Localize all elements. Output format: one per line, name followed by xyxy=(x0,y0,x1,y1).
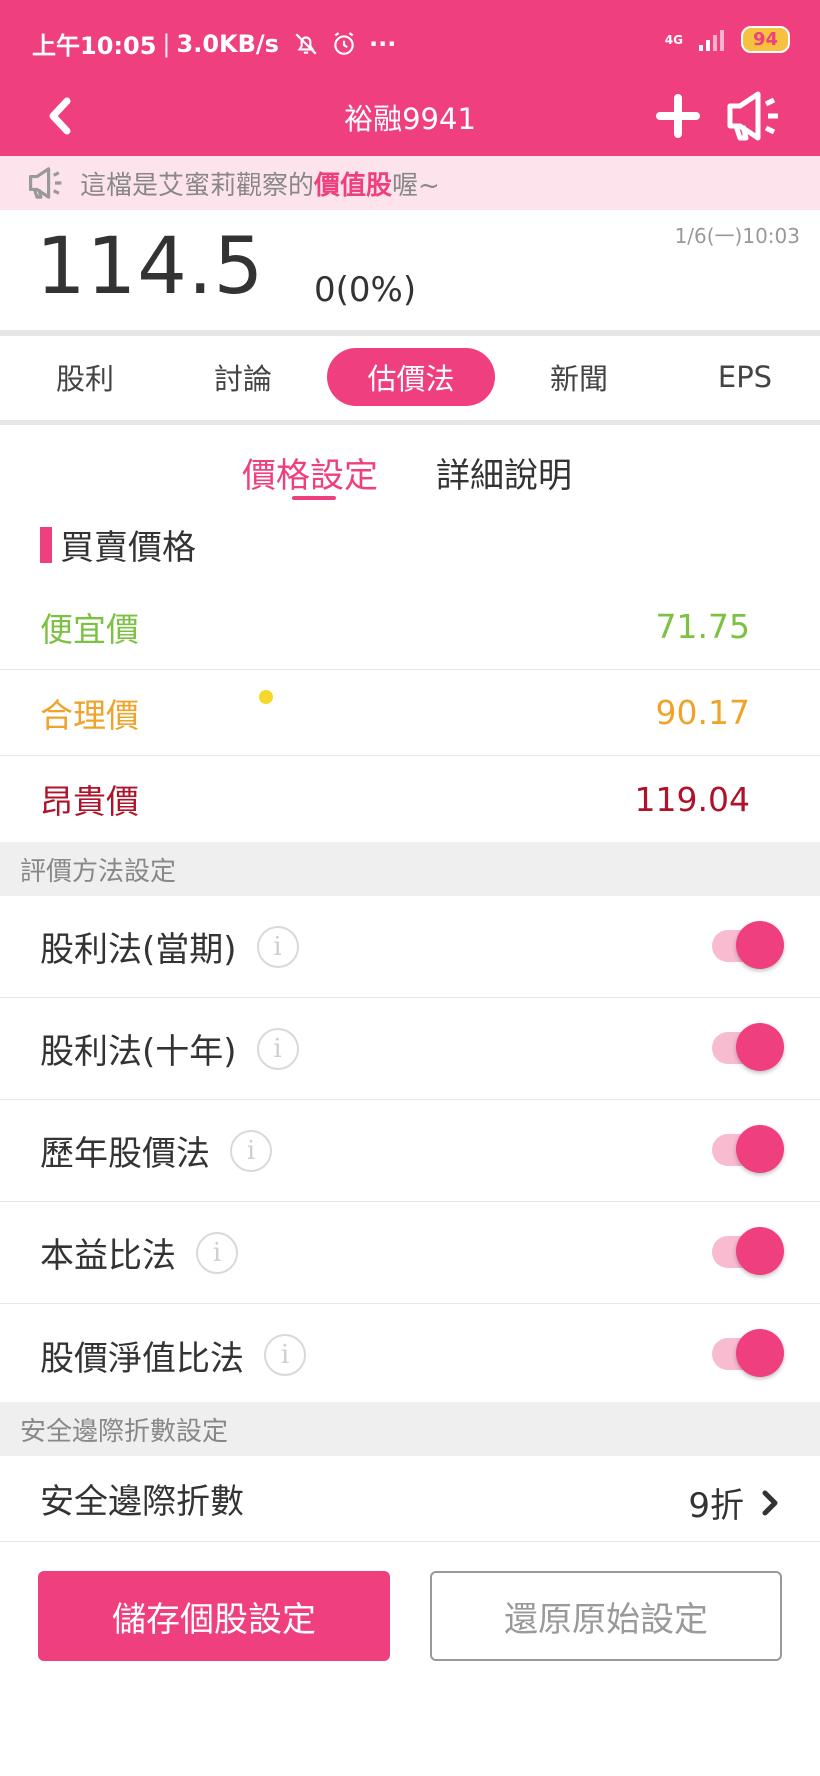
announcement-button[interactable] xyxy=(724,86,784,146)
status-separator: | xyxy=(162,29,171,58)
section-marker xyxy=(40,526,52,563)
tab-bar: 股利 討論 估價法 新聞 EPS xyxy=(0,336,820,704)
info-icon[interactable]: i xyxy=(196,1231,238,1274)
toggle-knob xyxy=(736,1125,784,1173)
fair-price-label: 合理價 xyxy=(40,695,139,735)
tab-valuation[interactable]: 估價法 xyxy=(327,348,495,406)
subtab-price-settings[interactable]: 價格設定 xyxy=(242,448,378,497)
method-toggle[interactable] xyxy=(712,1125,784,1173)
method-toggle[interactable] xyxy=(712,1227,784,1275)
expensive-price-row: 昂貴價 119.04 xyxy=(0,756,820,842)
cheap-price-row: 便宜價 71.75 xyxy=(0,584,820,670)
safety-margin-value-group: 9折 xyxy=(688,1478,780,1527)
current-price: 114.5 xyxy=(36,222,265,312)
toggle-knob xyxy=(736,921,784,969)
info-icon[interactable]: i xyxy=(256,1027,299,1070)
alarm-icon xyxy=(334,31,354,55)
megaphone-icon xyxy=(727,91,778,141)
megaphone-icon xyxy=(28,166,64,200)
save-settings-button[interactable]: 儲存個股設定 xyxy=(38,1571,390,1661)
info-icon[interactable]: i xyxy=(264,1334,306,1376)
status-time: 上午10:05 xyxy=(32,32,157,60)
tab-dividend[interactable]: 股利 xyxy=(30,348,140,406)
status-speed: 3.0KB/s xyxy=(176,29,279,58)
price-change: 0(0%) xyxy=(314,270,417,310)
status-right: 4G 94 xyxy=(665,26,790,53)
fair-price-value: 90.17 xyxy=(655,693,750,732)
method-label: 本益比法 xyxy=(40,1236,176,1276)
method-row-dividend-ten-year: 股利法(十年) i xyxy=(0,998,820,1100)
margin-settings-header: 安全邊際折數設定 xyxy=(0,1402,820,1456)
method-row-historical-price: 歷年股價法 i xyxy=(0,1100,820,1202)
subtab-details[interactable]: 詳細說明 xyxy=(436,448,572,497)
method-row-dividend-current: 股利法(當期) i xyxy=(0,896,820,998)
reset-settings-button[interactable]: 還原原始設定 xyxy=(430,1571,782,1661)
method-toggle[interactable] xyxy=(712,1329,784,1377)
tab-discussion[interactable]: 討論 xyxy=(188,348,298,406)
divider xyxy=(0,420,820,425)
info-icon[interactable]: i xyxy=(230,1129,272,1172)
cheap-price-value: 71.75 xyxy=(655,607,750,646)
tab-news[interactable]: 新聞 xyxy=(524,348,634,406)
method-settings-header: 評價方法設定 xyxy=(0,842,820,896)
subtab-bar: 價格設定 詳細說明 xyxy=(0,426,820,506)
status-more-dots: ··· xyxy=(368,29,397,58)
bell-off-icon xyxy=(295,32,317,55)
announcement-highlight: 價值股 xyxy=(314,170,393,201)
announcement-suffix: 喔~ xyxy=(392,170,440,201)
announcement-prefix: 這檔是艾蜜莉觀察的 xyxy=(80,170,315,201)
toggle-knob xyxy=(736,1023,784,1071)
expensive-price-label: 昂貴價 xyxy=(40,782,139,821)
toggle-knob xyxy=(736,1227,784,1275)
toggle-knob xyxy=(736,1329,784,1377)
status-bar: 上午10:05 | 3.0KB/s ··· 4G 94 xyxy=(0,0,820,76)
method-row-pb-ratio: 股價淨值比法 i xyxy=(0,1304,820,1406)
method-label: 股價淨值比法 xyxy=(40,1338,244,1379)
announcement-banner: 這檔是艾蜜莉觀察的 價值股 喔~ xyxy=(0,156,820,210)
safety-margin-value: 9折 xyxy=(688,1486,744,1526)
fair-price-row: 合理價 90.17 xyxy=(0,670,820,756)
section-title-text: 買賣價格 xyxy=(60,528,196,568)
plus-icon xyxy=(656,94,700,138)
signal-icon xyxy=(698,29,724,51)
method-row-pe-ratio: 本益比法 i xyxy=(0,1202,820,1304)
quote-panel: 114.5 0(0%) 1/6(一)10:03 xyxy=(0,210,820,330)
status-left: 上午10:05 | 3.0KB/s ··· xyxy=(32,26,396,61)
method-label: 歷年股價法 xyxy=(40,1134,210,1174)
safety-margin-row[interactable]: 安全邊際折數 9折 xyxy=(0,1456,820,1542)
nav-bar: 裕融9941 xyxy=(0,76,820,156)
cheap-price-label: 便宜價 xyxy=(40,609,139,649)
chevron-right-icon xyxy=(762,1490,778,1515)
method-toggle[interactable] xyxy=(712,921,784,969)
network-type: 4G xyxy=(664,32,683,47)
method-toggle[interactable] xyxy=(712,1023,784,1071)
quote-timestamp: 1/6(一)10:03 xyxy=(674,224,800,248)
expensive-price-value: 119.04 xyxy=(634,779,750,819)
add-button[interactable] xyxy=(652,90,704,142)
method-label: 股利法(當期) xyxy=(40,930,237,970)
section-title: 買賣價格 xyxy=(40,520,196,569)
tab-eps[interactable]: EPS xyxy=(690,348,800,406)
info-icon[interactable]: i xyxy=(256,925,299,968)
subtab-indicator xyxy=(292,496,336,500)
method-label: 股利法(十年) xyxy=(40,1032,237,1072)
battery-indicator: 94 xyxy=(740,26,790,53)
safety-margin-label: 安全邊際折數 xyxy=(40,1482,244,1522)
